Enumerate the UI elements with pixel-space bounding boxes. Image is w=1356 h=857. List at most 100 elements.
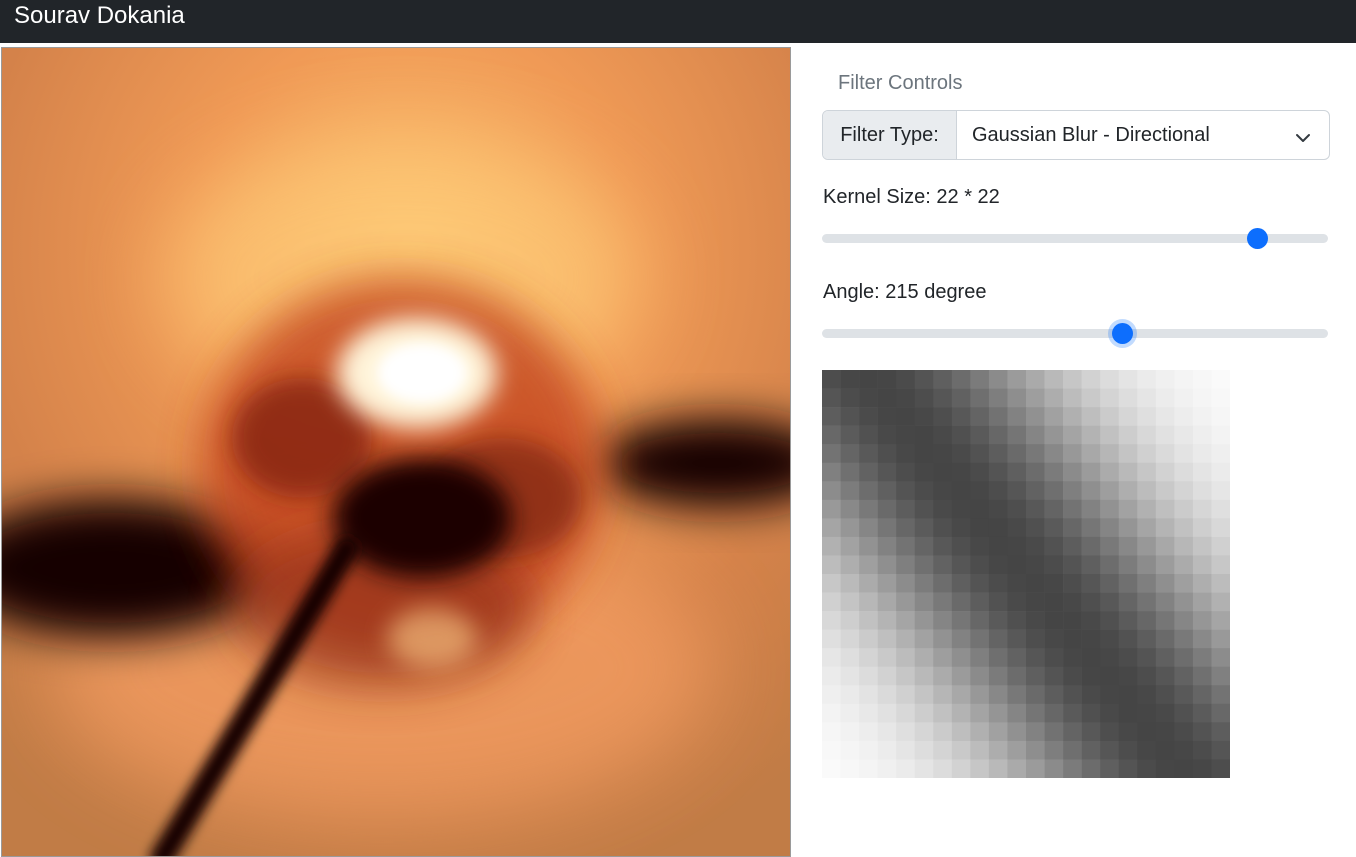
filter-type-group: Filter Type: Gaussian Blur - Directional xyxy=(822,110,1330,160)
kernel-cell xyxy=(1007,574,1027,593)
kernel-cell xyxy=(933,648,953,668)
kernel-cell xyxy=(1211,611,1230,630)
kernel-cell xyxy=(933,481,953,501)
kernel-cell xyxy=(1044,685,1064,705)
filter-type-select[interactable]: Gaussian Blur - Directional xyxy=(957,111,1329,159)
kernel-cell xyxy=(859,611,878,630)
kernel-cell xyxy=(859,629,878,649)
kernel-size-slider[interactable] xyxy=(822,227,1328,251)
kernel-cell xyxy=(1044,388,1064,408)
kernel-cell xyxy=(1044,425,1064,445)
kernel-cell xyxy=(1174,703,1194,723)
kernel-cell xyxy=(1118,629,1138,649)
kernel-cell xyxy=(1063,462,1082,482)
kernel-cell xyxy=(859,407,878,426)
kernel-cell xyxy=(988,759,1008,778)
kernel-cell xyxy=(970,388,990,408)
kernel-cell xyxy=(1063,759,1082,778)
kernel-cell xyxy=(1155,462,1175,482)
kernel-cell xyxy=(1211,648,1230,668)
kernel-cell xyxy=(1118,648,1138,668)
kernel-cell xyxy=(896,648,916,668)
kernel-cell xyxy=(970,574,990,593)
kernel-cell xyxy=(859,444,878,464)
kernel-cell xyxy=(1081,499,1101,519)
kernel-cell xyxy=(1007,518,1027,538)
navbar-brand[interactable]: Sourav Dokania xyxy=(14,2,185,30)
kernel-cell xyxy=(914,462,934,482)
kernel-cell xyxy=(1192,574,1212,593)
angle-thumb[interactable] xyxy=(1112,323,1134,344)
kernel-cell xyxy=(840,444,860,464)
kernel-cell xyxy=(840,536,860,556)
filter-controls-legend: Filter Controls xyxy=(838,72,963,94)
kernel-cell xyxy=(1137,388,1157,408)
kernel-cell xyxy=(877,611,897,630)
kernel-cell xyxy=(970,666,990,686)
kernel-cell xyxy=(1118,370,1138,389)
kernel-cell xyxy=(1137,759,1157,778)
kernel-cell xyxy=(1081,703,1101,723)
kernel-cell xyxy=(1155,740,1175,760)
kernel-cell xyxy=(822,666,841,686)
kernel-cell xyxy=(1026,518,1045,538)
kernel-cell xyxy=(1174,370,1194,389)
kernel-cell xyxy=(840,685,860,705)
kernel-cell xyxy=(1118,407,1138,426)
kernel-cell xyxy=(1081,574,1101,593)
kernel-cell xyxy=(1174,611,1194,630)
kernel-cell xyxy=(914,592,934,612)
kernel-cell xyxy=(1174,722,1194,742)
kernel-cell xyxy=(1081,629,1101,649)
kernel-cell xyxy=(1118,388,1138,408)
kernel-cell xyxy=(1211,407,1230,426)
kernel-cell xyxy=(914,444,934,464)
kernel-cell xyxy=(1192,407,1212,426)
kernel-cell xyxy=(988,555,1008,575)
kernel-cell xyxy=(1007,666,1027,686)
kernel-cell xyxy=(1100,611,1120,630)
kernel-cell xyxy=(840,481,860,501)
kernel-cell xyxy=(1063,407,1082,426)
kernel-cell xyxy=(1155,499,1175,519)
kernel-cell xyxy=(859,462,878,482)
kernel-cell xyxy=(822,462,841,482)
kernel-cell xyxy=(822,740,841,760)
kernel-cell xyxy=(1026,499,1045,519)
kernel-cell xyxy=(1118,685,1138,705)
kernel-cell xyxy=(1192,592,1212,612)
kernel-cell xyxy=(1211,555,1230,575)
kernel-cell xyxy=(951,536,971,556)
kernel-cell xyxy=(1192,499,1212,519)
kernel-cell xyxy=(1100,574,1120,593)
kernel-cell xyxy=(914,555,934,575)
kernel-cell xyxy=(896,555,916,575)
kernel-cell xyxy=(1081,685,1101,705)
kernel-size-thumb[interactable] xyxy=(1247,228,1269,249)
kernel-cell xyxy=(896,425,916,445)
kernel-cell xyxy=(1007,481,1027,501)
kernel-cell xyxy=(859,555,878,575)
kernel-cell xyxy=(840,648,860,668)
kernel-cell xyxy=(1100,629,1120,649)
kernel-cell xyxy=(1211,666,1230,686)
kernel-cell xyxy=(1137,481,1157,501)
angle-slider[interactable] xyxy=(822,322,1328,346)
kernel-cell xyxy=(914,740,934,760)
kernel-cell xyxy=(1026,370,1045,389)
kernel-cell xyxy=(1137,499,1157,519)
kernel-cell xyxy=(933,462,953,482)
kernel-cell xyxy=(1155,481,1175,501)
kernel-cell xyxy=(896,518,916,538)
kernel-cell xyxy=(1137,740,1157,760)
kernel-cell xyxy=(877,555,897,575)
kernel-cell xyxy=(914,722,934,742)
kernel-cell xyxy=(970,703,990,723)
filter-type-label: Filter Type: xyxy=(823,111,957,159)
kernel-cell xyxy=(951,722,971,742)
kernel-cell xyxy=(1100,425,1120,445)
kernel-cell xyxy=(933,444,953,464)
kernel-cell xyxy=(1118,611,1138,630)
kernel-cell xyxy=(1174,425,1194,445)
kernel-cell xyxy=(951,574,971,593)
